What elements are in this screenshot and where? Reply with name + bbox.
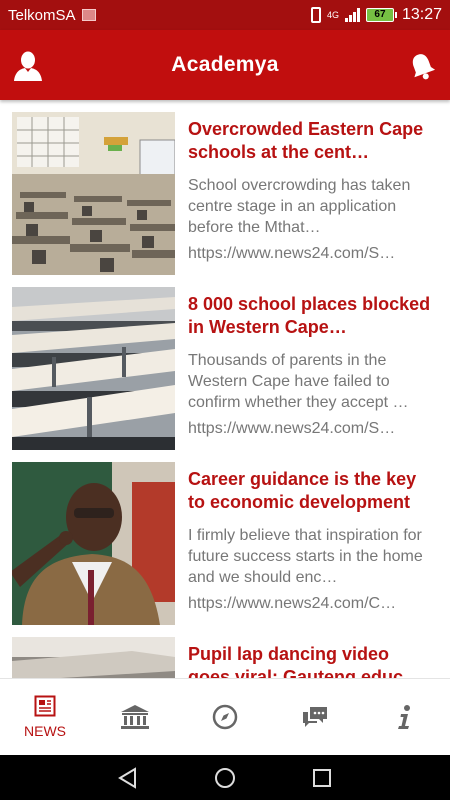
article-card[interactable]: Overcrowded Eastern Cape schools at the … (0, 100, 450, 275)
notifications-button[interactable] (406, 50, 438, 82)
newspaper-icon (34, 695, 56, 717)
news-feed[interactable]: Overcrowded Eastern Cape schools at the … (0, 100, 450, 678)
article-title[interactable]: Career guidance is the key to economic d… (188, 468, 436, 514)
institution-icon (121, 705, 149, 729)
article-url[interactable]: https://www.news24.com/S… (188, 420, 428, 438)
article-thumbnail (12, 462, 175, 625)
system-navigation-bar (0, 755, 450, 800)
network-type: 4G (326, 9, 339, 20)
status-bar: TelkomSA 4G 67 13:27 (0, 0, 450, 30)
clock: 13:27 (401, 6, 442, 23)
article-thumbnail (12, 112, 175, 275)
article-summary: Thousands of parents in the Western Cape… (188, 352, 409, 411)
profile-button[interactable] (12, 50, 44, 82)
user-profile-icon (14, 51, 42, 81)
article-summary: I firmly believe that inspiration for fu… (188, 527, 423, 586)
article-title[interactable]: Pupil lap dancing video goes viral: Gaut… (188, 643, 436, 678)
app-title: Academya (171, 53, 279, 76)
article-thumbnail (12, 287, 175, 450)
vibrate-icon (310, 7, 321, 23)
nav-chat[interactable] (270, 679, 360, 755)
nav-news[interactable]: NEWS (0, 679, 90, 755)
signal-icon (344, 8, 360, 22)
nav-info[interactable] (360, 679, 450, 755)
article-card[interactable]: Pupil lap dancing video goes viral: Gaut… (0, 625, 450, 678)
article-card[interactable]: Career guidance is the key to economic d… (0, 450, 450, 625)
bottom-navigation: NEWS (0, 678, 450, 755)
battery-icon: 67 (365, 8, 397, 22)
home-icon[interactable] (214, 767, 236, 789)
bell-icon (412, 54, 436, 80)
sim-card-icon (81, 9, 96, 21)
article-thumbnail (12, 637, 175, 678)
back-icon[interactable] (117, 766, 139, 789)
app-bar: Academya (0, 30, 450, 100)
article-title[interactable]: Overcrowded Eastern Cape schools at the … (188, 118, 436, 164)
recents-icon[interactable] (311, 767, 333, 789)
article-summary: School overcrowding has taken centre sta… (188, 177, 411, 236)
article-card[interactable]: 8 000 school places blocked in Western C… (0, 275, 450, 450)
carrier-name: TelkomSA (8, 6, 76, 24)
article-title[interactable]: 8 000 school places blocked in Western C… (188, 293, 436, 339)
info-icon (398, 705, 410, 729)
article-url[interactable]: https://www.news24.com/S… (188, 245, 428, 263)
chat-icon (303, 707, 327, 727)
nav-explore[interactable] (180, 679, 270, 755)
nav-institutions[interactable] (90, 679, 180, 755)
compass-icon (212, 704, 238, 730)
article-url[interactable]: https://www.news24.com/C… (188, 595, 428, 613)
nav-news-label: NEWS (24, 723, 66, 739)
